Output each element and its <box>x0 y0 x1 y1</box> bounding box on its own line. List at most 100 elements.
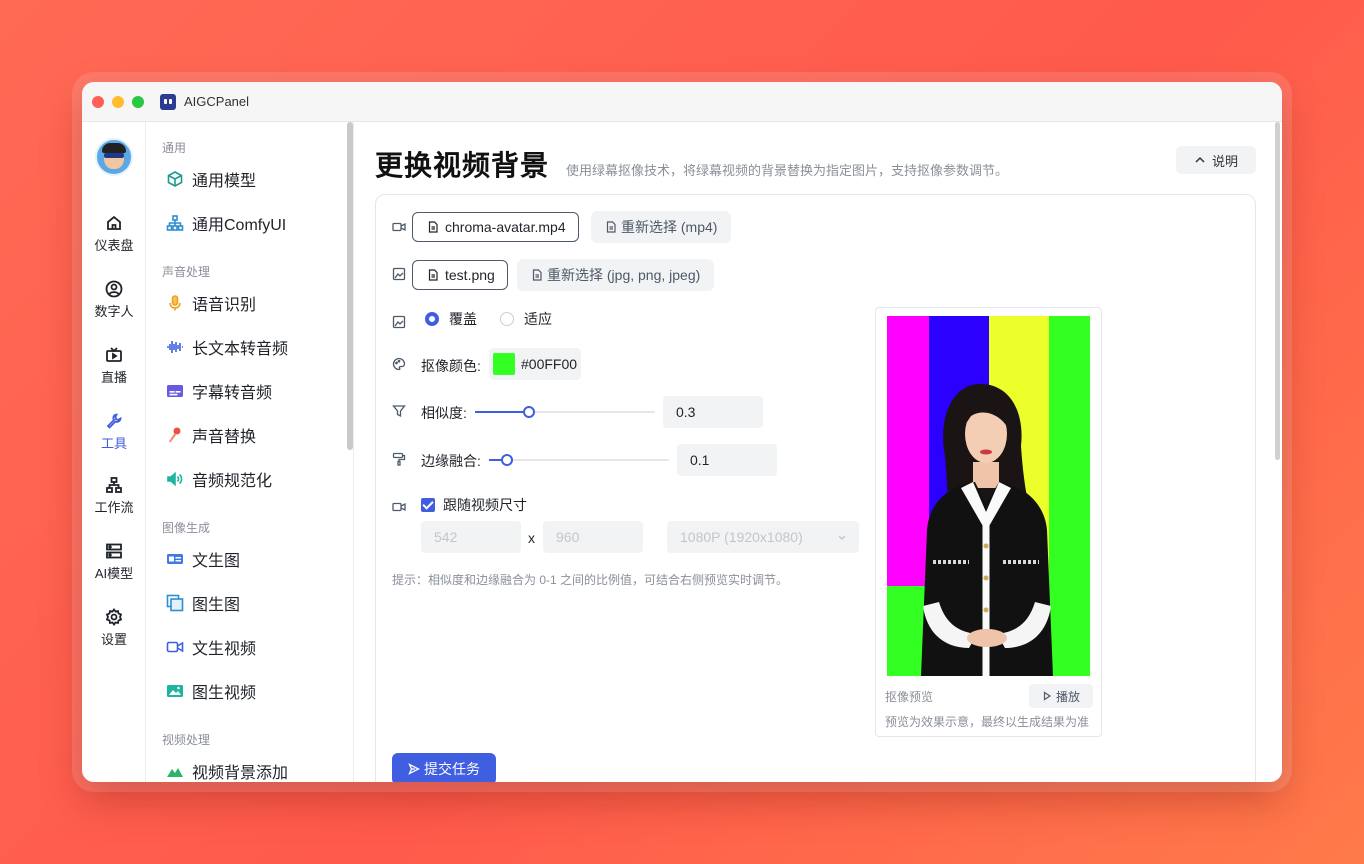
rail-item-tools[interactable]: 工具 <box>82 412 146 452</box>
rail-item-label: 数字人 <box>94 304 134 319</box>
menu-item-label: 声音替换 <box>192 429 257 446</box>
menu-item-long-text-to-audio[interactable]: 长文本转音频 <box>166 335 288 359</box>
similarity-slider[interactable] <box>475 405 655 419</box>
file-icon <box>428 221 438 233</box>
image-file-chip[interactable]: test.png <box>412 260 508 290</box>
filter-icon <box>392 405 406 418</box>
menu-item-text-to-image[interactable]: 文生图 <box>166 547 240 571</box>
tv-icon <box>106 347 122 362</box>
form-card: chroma-avatar.mp4 重新选择 (mp4) test.png 重新… <box>375 194 1256 782</box>
preview-play-button[interactable]: 播放 <box>1029 684 1093 708</box>
rail-item-label: 工具 <box>100 436 127 451</box>
menu-item-label: 长文本转音频 <box>192 341 289 358</box>
video-size-icon <box>392 502 406 512</box>
menu-item-speech-recognition[interactable]: 语音识别 <box>166 291 256 315</box>
play-icon <box>1043 691 1052 701</box>
app-logo-icon <box>160 93 176 110</box>
rail-item-workflow[interactable]: 工作流 <box>82 476 146 516</box>
file-icon <box>532 269 542 281</box>
video-camera-icon <box>166 638 184 656</box>
menu-item-label: 视频背景添加 <box>192 765 289 782</box>
resolution-select[interactable]: 1080P (1920x1080) <box>667 521 859 553</box>
menu-item-general-model[interactable]: 通用模型 <box>166 167 256 191</box>
blend-input[interactable]: 0.1 <box>677 444 777 476</box>
microphone-icon <box>166 294 184 312</box>
key-color-swatch <box>493 353 515 375</box>
send-icon <box>408 763 420 775</box>
rail-item-label: AI模型 <box>94 566 134 581</box>
follow-video-size-checkbox[interactable]: 跟随视频尺寸 <box>421 495 527 515</box>
image-icon <box>392 267 406 281</box>
file-icon <box>428 269 438 281</box>
app-window: AIGCPanel 仪表盘 数字人 直播 工具 工作流 AI模型 设置 通用 通… <box>82 82 1282 782</box>
rail-item-dashboard[interactable]: 仪表盘 <box>82 214 146 254</box>
maximize-window-button[interactable] <box>132 95 144 108</box>
preview-play-label: 播放 <box>1055 689 1080 704</box>
close-window-button[interactable] <box>92 95 104 108</box>
menu-item-voice-replace[interactable]: 声音替换 <box>166 423 256 447</box>
menu-item-general-comfyui[interactable]: 通用ComfyUI <box>166 211 286 235</box>
blend-slider[interactable] <box>489 453 669 467</box>
menu-group-title: 声音处理 <box>162 265 211 279</box>
chevron-up-icon <box>1195 156 1205 163</box>
rail-item-ai-model[interactable]: AI模型 <box>82 542 146 582</box>
video-file-chip[interactable]: chroma-avatar.mp4 <box>412 212 579 242</box>
similarity-input[interactable]: 0.3 <box>663 396 763 428</box>
karaoke-mic-icon <box>166 426 184 444</box>
speaker-icon <box>166 470 184 488</box>
menu-item-audio-normalize[interactable]: 音频规范化 <box>166 467 272 491</box>
hierarchy-icon <box>166 214 184 232</box>
fit-mode-cover-label: 覆盖 <box>449 311 477 327</box>
help-button[interactable]: 说明 <box>1176 146 1256 174</box>
height-input[interactable]: 960 <box>543 521 643 553</box>
menu-item-label: 图生图 <box>192 597 241 614</box>
menu-item-image-to-image[interactable]: 图生图 <box>166 591 240 615</box>
menu-item-text-to-video[interactable]: 文生视频 <box>166 635 256 659</box>
image-reselect-button[interactable]: 重新选择 (jpg, png, jpeg) <box>517 259 715 291</box>
presenter-figure <box>921 383 1053 676</box>
image-reselect-label: 重新选择 (jpg, png, jpeg) <box>547 267 701 283</box>
minimize-window-button[interactable] <box>112 95 124 108</box>
tool-menu: 通用 通用模型 通用ComfyUI 声音处理 语音识别 长文本转音频 字幕转音频… <box>146 122 354 782</box>
gear-icon <box>105 608 123 626</box>
layers-icon <box>166 594 184 612</box>
video-reselect-button[interactable]: 重新选择 (mp4) <box>591 211 732 243</box>
menu-item-label: 文生图 <box>192 553 241 570</box>
user-avatar[interactable] <box>95 138 133 176</box>
palette-icon <box>392 357 406 371</box>
rail-item-live[interactable]: 直播 <box>82 346 146 386</box>
similarity-slider-handle[interactable] <box>523 406 535 418</box>
fit-mode-cover-radio[interactable]: 覆盖 <box>425 309 477 329</box>
fit-mode-contain-radio[interactable]: 适应 <box>500 309 552 329</box>
nav-rail: 仪表盘 数字人 直播 工具 工作流 AI模型 设置 <box>82 122 146 782</box>
window-controls <box>92 95 144 108</box>
rail-item-digital-human[interactable]: 数字人 <box>82 280 146 320</box>
width-input[interactable]: 542 <box>421 521 521 553</box>
page-title: 更换视频背景 <box>375 150 550 181</box>
flow-icon <box>106 477 122 493</box>
radio-dot <box>425 312 439 326</box>
main-scrollbar[interactable] <box>1275 122 1280 460</box>
menu-item-label: 通用ComfyUI <box>192 217 287 234</box>
follow-video-size-label: 跟随视频尺寸 <box>443 497 527 513</box>
fit-mode-contain-label: 适应 <box>524 311 552 327</box>
photo-video-icon <box>166 682 184 700</box>
checkbox-box <box>421 498 435 512</box>
blend-slider-handle[interactable] <box>501 454 513 466</box>
rail-item-settings[interactable]: 设置 <box>82 608 146 648</box>
menu-item-subtitle-to-audio[interactable]: 字幕转音频 <box>166 379 272 403</box>
menu-scrollbar[interactable] <box>347 122 353 450</box>
video-icon <box>392 222 406 232</box>
chevron-down-icon <box>838 535 846 540</box>
menu-item-label: 通用模型 <box>192 173 257 190</box>
blend-label: 边缘融合: <box>421 453 481 469</box>
resolution-select-value: 1080P (1920x1080) <box>680 529 803 545</box>
file-icon <box>606 221 616 233</box>
menu-item-label: 图生视频 <box>192 685 257 702</box>
key-color-picker[interactable]: #00FF00 <box>489 348 582 380</box>
menu-item-image-to-video[interactable]: 图生视频 <box>166 679 256 703</box>
submit-task-button[interactable]: 提交任务 <box>392 753 496 782</box>
size-separator: x <box>528 530 535 546</box>
menu-item-video-background-add[interactable]: 视频背景添加 <box>166 759 288 782</box>
radio-dot <box>500 312 514 326</box>
